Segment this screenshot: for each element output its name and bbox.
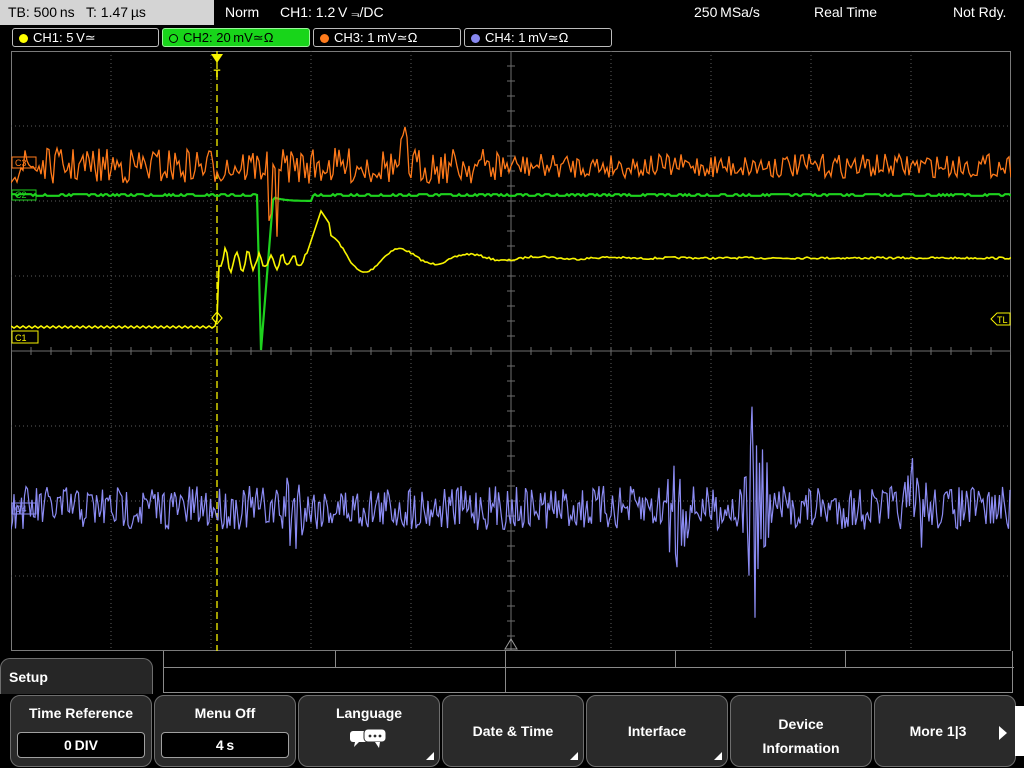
softkey-label: Menu Off bbox=[194, 705, 256, 721]
ch2-marker-label: C2 bbox=[15, 190, 27, 200]
softkey-label-line1: Device bbox=[778, 716, 824, 732]
channel-tab-ch2[interactable]: CH2: 20 mV≃Ω bbox=[162, 28, 310, 47]
trigger-level-marker[interactable]: TL bbox=[990, 312, 1011, 326]
acquisition-status: Not Rdy. bbox=[953, 4, 1007, 20]
submenu-indicator-icon bbox=[714, 752, 722, 760]
softkey-label: More 1|3 bbox=[909, 723, 967, 739]
menu-title: Setup bbox=[0, 658, 153, 694]
submenu-indicator-icon bbox=[570, 752, 578, 760]
channel-label: CH1: 5 V≃ bbox=[33, 30, 96, 45]
ch4-color-dot bbox=[471, 34, 480, 43]
next-page-arrow-icon bbox=[999, 726, 1007, 740]
channel-tab-ch3[interactable]: CH3: 1 mV≃Ω bbox=[313, 28, 461, 47]
sample-rate: 250 MSa/s bbox=[694, 4, 760, 20]
softkey-label: Interface bbox=[627, 723, 687, 739]
ch1-marker-label: C1 bbox=[15, 333, 27, 343]
trigger-t-label: T bbox=[214, 68, 221, 80]
submenu-indicator-icon bbox=[426, 752, 434, 760]
ch1-offset-marker[interactable]: C1 bbox=[11, 330, 39, 344]
menu-context-bar bbox=[163, 651, 1014, 693]
softkey-label: Time Reference bbox=[28, 705, 133, 721]
time-reference-softkey[interactable]: Time Reference 0 DIV bbox=[10, 695, 152, 767]
softkey-label-line2: Information bbox=[762, 740, 840, 756]
ch2-color-dot bbox=[169, 34, 178, 43]
language-softkey[interactable]: Language bbox=[298, 695, 440, 767]
menu-off-value: 4 s bbox=[161, 732, 289, 758]
interface-softkey[interactable]: Interface bbox=[586, 695, 728, 767]
time-reference-value: 0 DIV bbox=[17, 732, 145, 758]
device-information-softkey[interactable]: Device Information bbox=[730, 695, 872, 767]
trigger-mode[interactable]: Norm bbox=[225, 0, 259, 25]
timebase-readout[interactable]: TB: 500 ns T: 1.47 µs bbox=[0, 0, 214, 25]
grid-lines bbox=[11, 51, 1011, 651]
menu-off-softkey[interactable]: Menu Off 4 s bbox=[154, 695, 296, 767]
ch3-marker-label: C3 bbox=[15, 158, 27, 168]
channel-label: CH2: 20 mV≃Ω bbox=[183, 30, 274, 45]
date-time-softkey[interactable]: Date & Time bbox=[442, 695, 584, 767]
speech-bubbles-icon bbox=[350, 728, 387, 748]
ch3-color-dot bbox=[320, 34, 329, 43]
channel-label: CH4: 1 mV≃Ω bbox=[485, 30, 569, 45]
ch4-marker-label: C4 bbox=[15, 504, 27, 514]
side-scroll-handle[interactable] bbox=[1015, 706, 1024, 756]
trigger-level-label: TL bbox=[997, 315, 1008, 325]
channel-tab-ch4[interactable]: CH4: 1 mV≃Ω bbox=[464, 28, 612, 47]
trigger-info[interactable]: CH1: 1.2 V ⫬/DC bbox=[280, 0, 384, 25]
channel-tab-ch1[interactable]: CH1: 5 V≃ bbox=[12, 28, 159, 47]
acquisition-mode: Real Time bbox=[814, 4, 878, 20]
softkey-label: Language bbox=[335, 705, 403, 721]
softkey-label: Date & Time bbox=[472, 723, 554, 739]
waveform-display[interactable]: T C3 C2 C1 C4 TL bbox=[11, 51, 1011, 651]
ch1-color-dot bbox=[19, 34, 28, 43]
channel-label: CH3: 1 mV≃Ω bbox=[334, 30, 418, 45]
more-softkey[interactable]: More 1|3 bbox=[874, 695, 1016, 767]
